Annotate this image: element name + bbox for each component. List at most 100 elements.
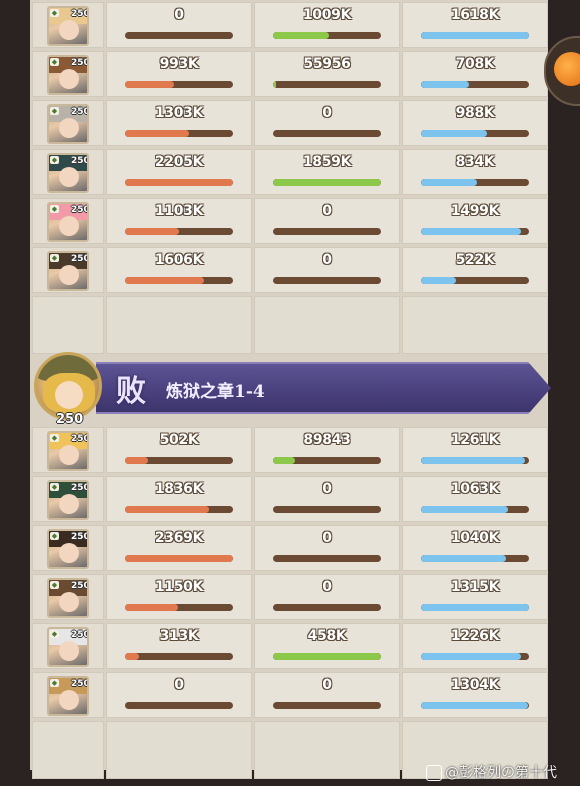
damage-dealt-bar-fill bbox=[125, 277, 204, 284]
unit-level: 250 bbox=[71, 254, 89, 264]
unit-portrait[interactable]: ◆ 250 bbox=[47, 153, 89, 193]
unit-portrait[interactable]: ◆ 250 bbox=[47, 529, 89, 569]
orb-icon bbox=[554, 52, 580, 86]
damage-dealt-bar bbox=[125, 457, 233, 464]
damage-dealt-cell: 2369K bbox=[106, 525, 252, 571]
unit-stat-row: ◆ 250 1606K 0 522K bbox=[30, 247, 548, 293]
empty-cell bbox=[106, 721, 252, 779]
damage-taken-bar bbox=[421, 506, 529, 513]
healing-done-bar-fill bbox=[273, 32, 330, 39]
damage-dealt-bar bbox=[125, 81, 233, 88]
portrait-cell: ◆ 250 bbox=[32, 476, 104, 522]
damage-taken-bar bbox=[421, 653, 529, 660]
healing-done-bar-fill bbox=[273, 179, 381, 186]
portrait-cell: ◆ 250 bbox=[32, 2, 104, 48]
unit-portrait[interactable]: ◆ 250 bbox=[47, 578, 89, 618]
unit-portrait[interactable]: ◆ 250 bbox=[47, 251, 89, 291]
healing-done-bar bbox=[273, 228, 381, 235]
damage-taken-cell: 834K bbox=[402, 149, 548, 195]
damage-dealt-value: 1303K bbox=[154, 105, 204, 121]
damage-taken-bar-fill bbox=[421, 457, 525, 464]
damage-dealt-bar bbox=[125, 130, 233, 137]
healing-done-bar bbox=[273, 32, 381, 39]
unit-stat-row: ◆ 250 1150K 0 1315K bbox=[30, 574, 548, 620]
healing-done-cell: 1859K bbox=[254, 149, 400, 195]
healing-done-bar bbox=[273, 555, 381, 562]
damage-dealt-bar-fill bbox=[125, 555, 233, 562]
healing-done-cell: 0 bbox=[254, 247, 400, 293]
unit-stat-row: ◆ 250 0 0 1304K bbox=[30, 672, 548, 718]
damage-taken-cell: 1063K bbox=[402, 476, 548, 522]
damage-dealt-value: 313K bbox=[159, 628, 199, 644]
damage-taken-cell: 1261K bbox=[402, 427, 548, 473]
unit-portrait[interactable]: ◆ 250 bbox=[47, 676, 89, 716]
unit-stat-row: ◆ 250 1303K 0 988K bbox=[30, 100, 548, 146]
unit-level: 250 bbox=[71, 434, 89, 444]
damage-taken-bar-fill bbox=[421, 32, 529, 39]
battle-result-banner[interactable]: 败 炼狱之章1-4 bbox=[96, 362, 551, 414]
damage-dealt-cell: 1303K bbox=[106, 100, 252, 146]
empty-cell bbox=[254, 721, 400, 779]
unit-stat-row: ◆ 250 2205K 1859K 834K bbox=[30, 149, 548, 195]
empty-row bbox=[30, 296, 548, 354]
unit-portrait[interactable]: ◆ 250 bbox=[47, 627, 89, 667]
unit-portrait[interactable]: ◆ 250 bbox=[47, 480, 89, 520]
damage-taken-bar bbox=[421, 81, 529, 88]
unit-level: 250 bbox=[71, 58, 89, 68]
damage-dealt-bar bbox=[125, 506, 233, 513]
commander-avatar[interactable] bbox=[34, 352, 102, 420]
damage-taken-bar-fill bbox=[421, 604, 529, 611]
damage-dealt-value: 1150K bbox=[154, 579, 204, 595]
damage-dealt-bar-fill bbox=[125, 179, 233, 186]
unit-stat-row: ◆ 250 313K 458K 1226K bbox=[30, 623, 548, 669]
unit-portrait[interactable]: ◆ 250 bbox=[47, 431, 89, 471]
empty-cell bbox=[32, 296, 104, 354]
rank-icon: ◆ bbox=[50, 483, 59, 491]
unit-portrait[interactable]: ◆ 250 bbox=[47, 6, 89, 46]
side-menu-button[interactable] bbox=[544, 36, 580, 106]
healing-done-cell: 0 bbox=[254, 574, 400, 620]
damage-dealt-bar-fill bbox=[125, 228, 179, 235]
damage-dealt-bar bbox=[125, 277, 233, 284]
unit-level: 250 bbox=[71, 581, 89, 591]
damage-taken-bar-fill bbox=[421, 130, 487, 137]
healing-done-cell: 458K bbox=[254, 623, 400, 669]
healing-done-cell: 0 bbox=[254, 672, 400, 718]
damage-dealt-bar bbox=[125, 179, 233, 186]
damage-dealt-bar bbox=[125, 653, 233, 660]
unit-portrait[interactable]: ◆ 250 bbox=[47, 55, 89, 95]
healing-done-cell: 0 bbox=[254, 198, 400, 244]
damage-taken-cell: 1499K bbox=[402, 198, 548, 244]
damage-taken-value: 1618K bbox=[450, 7, 500, 23]
damage-taken-cell: 1618K bbox=[402, 2, 548, 48]
damage-dealt-bar bbox=[125, 702, 233, 709]
damage-taken-bar bbox=[421, 604, 529, 611]
healing-done-cell: 0 bbox=[254, 476, 400, 522]
empty-row bbox=[30, 721, 548, 779]
healing-done-bar bbox=[273, 130, 381, 137]
rank-icon: ◆ bbox=[50, 9, 59, 17]
unit-level: 250 bbox=[71, 630, 89, 640]
healing-done-value: 1009K bbox=[302, 7, 352, 23]
damage-dealt-bar bbox=[125, 555, 233, 562]
damage-dealt-cell: 2205K bbox=[106, 149, 252, 195]
unit-portrait[interactable]: ◆ 250 bbox=[47, 104, 89, 144]
healing-done-cell: 1009K bbox=[254, 2, 400, 48]
damage-taken-bar-fill bbox=[421, 653, 522, 660]
damage-taken-value: 708K bbox=[455, 56, 495, 72]
damage-dealt-cell: 0 bbox=[106, 672, 252, 718]
unit-level: 250 bbox=[71, 205, 89, 215]
damage-dealt-value: 0 bbox=[174, 7, 184, 23]
portrait-cell: ◆ 250 bbox=[32, 51, 104, 97]
portrait-cell: ◆ 250 bbox=[32, 574, 104, 620]
damage-dealt-cell: 1836K bbox=[106, 476, 252, 522]
unit-portrait[interactable]: ◆ 250 bbox=[47, 202, 89, 242]
unit-stat-row: ◆ 250 1836K 0 1063K bbox=[30, 476, 548, 522]
damage-taken-bar bbox=[421, 32, 529, 39]
damage-taken-bar-fill bbox=[421, 81, 469, 88]
damage-taken-bar bbox=[421, 228, 529, 235]
damage-taken-bar bbox=[421, 555, 529, 562]
damage-dealt-cell: 313K bbox=[106, 623, 252, 669]
damage-taken-cell: 522K bbox=[402, 247, 548, 293]
damage-taken-bar-fill bbox=[421, 277, 456, 284]
